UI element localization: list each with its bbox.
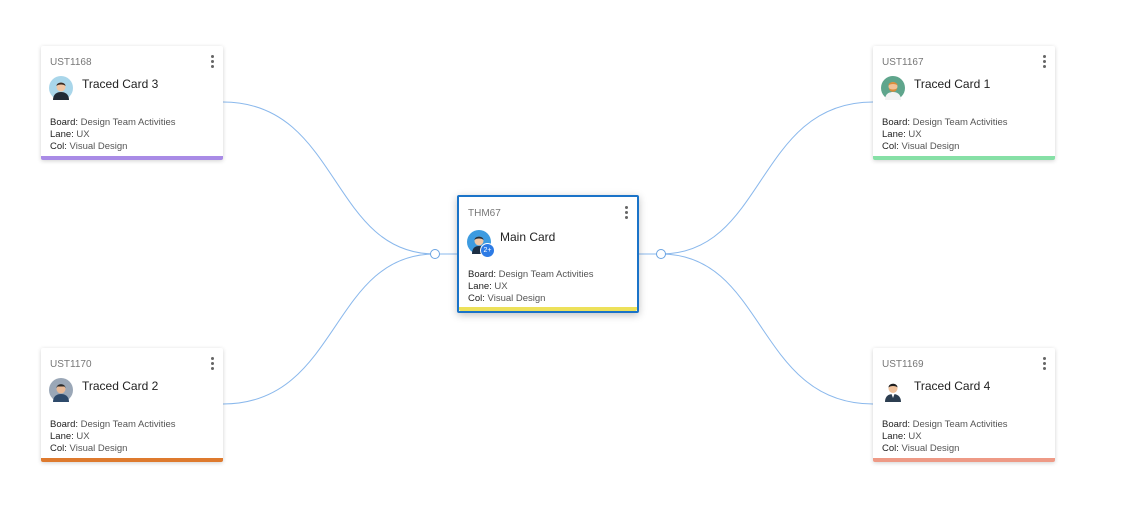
board-row: Board: Design Team Activities [50,419,176,430]
man-avatar-icon [49,378,73,402]
card-id: THM67 [468,208,501,219]
card-color-bar [873,458,1055,462]
lane-row: Lane: UX [50,431,90,442]
card-color-bar [41,156,223,160]
card-color-bar [41,458,223,462]
left-connector-node[interactable] [430,249,440,259]
traced-card-4[interactable]: UST1169 Traced Card 4 Board: Design Team… [873,348,1055,462]
card-id: UST1168 [50,57,92,68]
link-card3-to-main [222,101,436,255]
more-options-icon[interactable] [622,206,630,220]
card-id: UST1167 [882,57,924,68]
card-title: Traced Card 1 [914,77,991,91]
main-card[interactable]: THM67 2+ Main Card Board: Design Team Ac… [457,195,639,313]
card-color-bar [873,156,1055,160]
traced-card-3[interactable]: UST1168 Traced Card 3 Board: Design Team… [41,46,223,160]
user-group-avatar-icon: 2+ [467,230,495,258]
traced-card-2[interactable]: UST1170 Traced Card 2 Board: Design Team… [41,348,223,462]
card-title: Main Card [500,230,556,244]
board-row: Board: Design Team Activities [882,419,1008,430]
more-options-icon[interactable] [1040,55,1048,69]
card-title: Traced Card 2 [82,379,159,393]
right-connector-node[interactable] [656,249,666,259]
assignee-count-badge: 2+ [480,243,495,258]
suited-man-avatar-icon [881,378,905,402]
link-card2-to-main [222,253,436,405]
col-row: Col: Visual Design [882,443,960,454]
more-options-icon[interactable] [1040,357,1048,371]
link-main-to-card1 [660,101,874,255]
card-id: UST1169 [882,359,924,370]
link-main-to-card4 [660,253,874,405]
lane-row: Lane: UX [50,129,90,140]
board-row: Board: Design Team Activities [882,117,1008,128]
card-color-bar [459,307,637,311]
card-title: Traced Card 4 [914,379,991,393]
more-options-icon[interactable] [208,55,216,69]
more-options-icon[interactable] [208,357,216,371]
traced-card-1[interactable]: UST1167 Traced Card 1 Board: Design Team… [873,46,1055,160]
col-row: Col: Visual Design [882,141,960,152]
card-title: Traced Card 3 [82,77,159,91]
lane-row: Lane: UX [882,431,922,442]
lane-row: Lane: UX [882,129,922,140]
col-row: Col: Visual Design [468,293,546,304]
card-id: UST1170 [50,359,92,370]
bearded-man-avatar-icon [881,76,905,100]
board-row: Board: Design Team Activities [468,269,594,280]
lane-row: Lane: UX [468,281,508,292]
woman-avatar-icon [49,76,73,100]
col-row: Col: Visual Design [50,141,128,152]
board-row: Board: Design Team Activities [50,117,176,128]
col-row: Col: Visual Design [50,443,128,454]
